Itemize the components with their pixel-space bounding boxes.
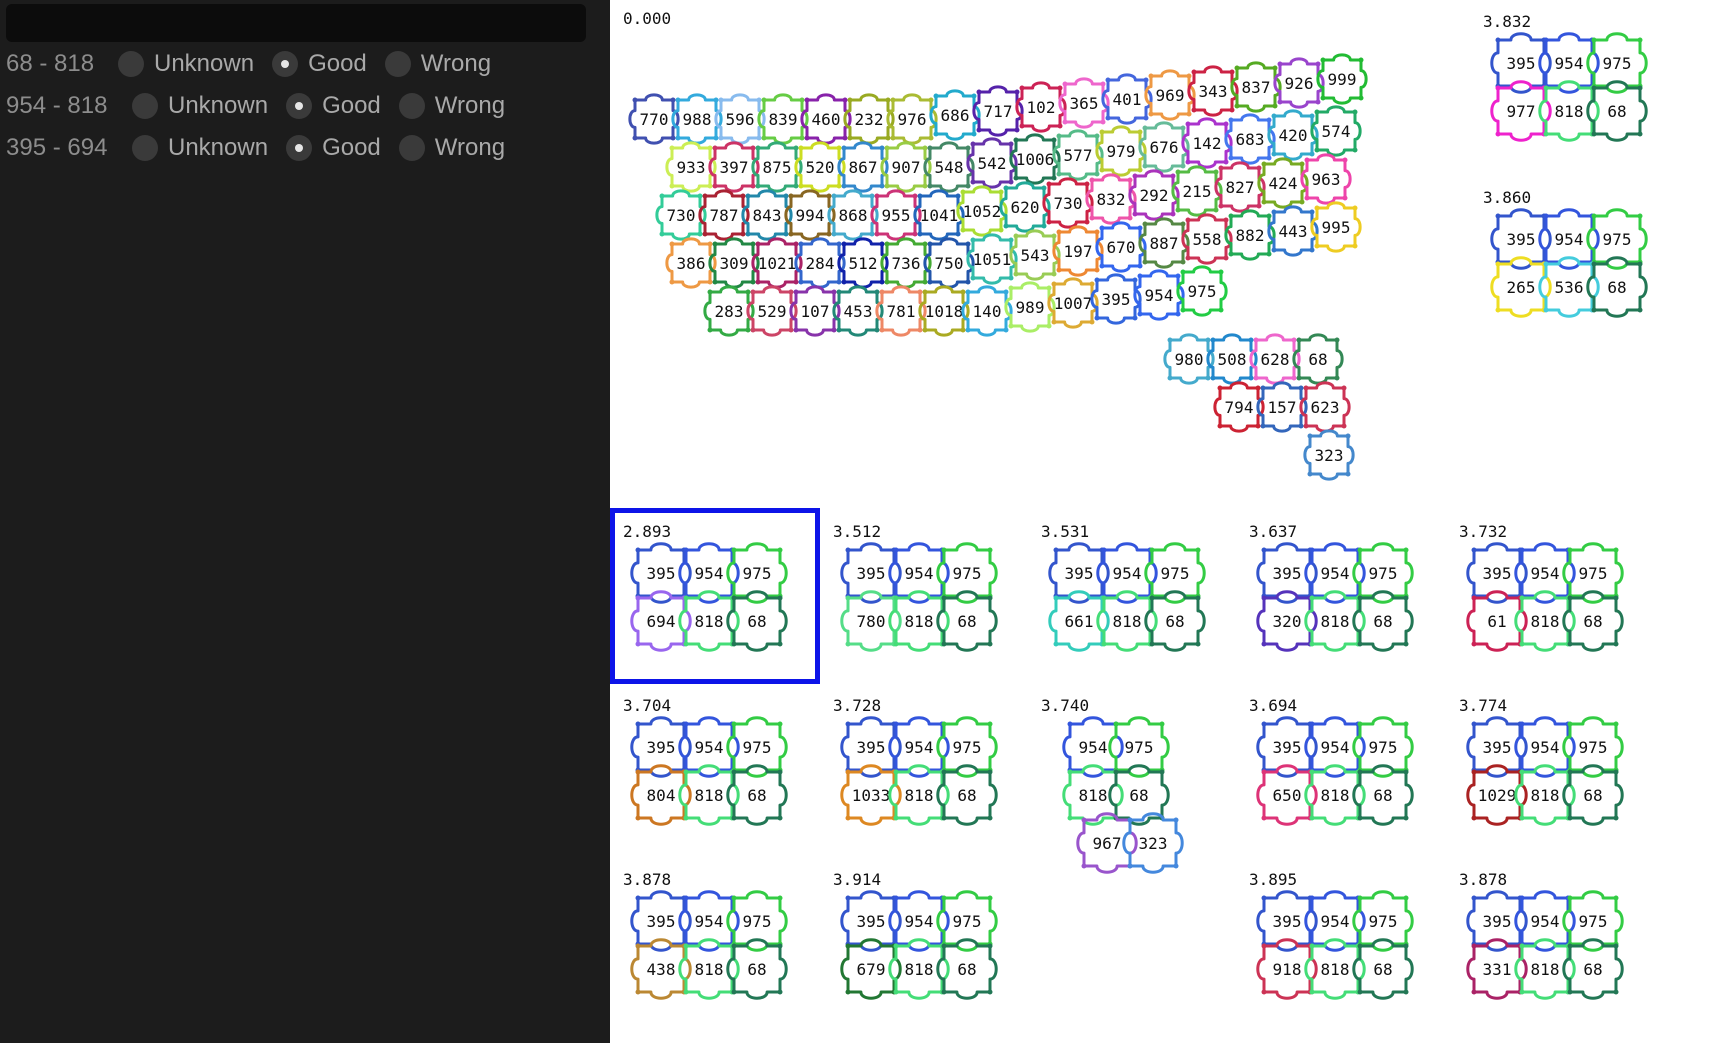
candidate-assembly[interactable] (820, 694, 1020, 859)
radio-label: Unknown (168, 134, 269, 161)
candidate-assembly[interactable] (1470, 186, 1670, 351)
pair-label: 954 - 818 (6, 92, 108, 119)
puzzle-canvas[interactable]: 0.000 770 988 596 839 460 232 976 686 717 102 365 4… (610, 0, 1725, 1043)
radio-good[interactable]: Good (272, 50, 367, 78)
radio-label: Good (308, 50, 367, 77)
search-input[interactable] (6, 4, 586, 42)
radio-button[interactable] (384, 51, 411, 77)
radio-label: Wrong (434, 134, 506, 161)
radio-wrong[interactable]: Wrong (384, 50, 492, 78)
radio-unknown[interactable]: Unknown (118, 50, 254, 78)
radio-button[interactable] (118, 51, 144, 77)
candidate-assembly[interactable] (820, 868, 1020, 1033)
candidate-assembly[interactable] (1028, 694, 1228, 859)
radio-button[interactable] (398, 93, 425, 119)
pair-label: 395 - 694 (6, 134, 108, 161)
radio-unknown[interactable]: Unknown (132, 92, 268, 120)
radio-button[interactable] (132, 135, 158, 161)
candidate-assembly[interactable] (610, 694, 810, 859)
radio-button[interactable] (272, 51, 299, 77)
candidate-assembly[interactable] (1446, 868, 1646, 1033)
pair-row: 395 - 694 Unknown Good Wrong (6, 128, 606, 168)
radio-good[interactable]: Good (286, 92, 381, 120)
radio-button[interactable] (286, 135, 313, 161)
radio-button[interactable] (286, 93, 313, 119)
candidate-assembly[interactable] (1236, 868, 1436, 1033)
piece-corner (1173, 863, 1179, 869)
radio-label: Unknown (154, 50, 255, 77)
candidate-assembly[interactable] (1236, 694, 1436, 859)
candidate-assembly[interactable] (610, 520, 810, 685)
radio-good[interactable]: Good (286, 134, 381, 162)
radio-label: Wrong (420, 50, 492, 77)
radio-label: Unknown (168, 92, 269, 119)
radio-unknown[interactable]: Unknown (132, 134, 268, 162)
radio-label: Wrong (434, 92, 506, 119)
candidate-assembly[interactable] (1028, 520, 1228, 685)
radio-button[interactable] (398, 135, 425, 161)
candidate-assembly[interactable] (1446, 520, 1646, 685)
radio-wrong[interactable]: Wrong (398, 134, 506, 162)
candidate-assembly[interactable] (1446, 694, 1646, 859)
radio-wrong[interactable]: Wrong (398, 92, 506, 120)
candidate-assembly[interactable] (1236, 520, 1436, 685)
radio-label: Good (322, 92, 381, 119)
piece-corner (1081, 863, 1087, 869)
pair-row: 954 - 818 Unknown Good Wrong (6, 86, 606, 126)
pair-row: 68 - 818 Unknown Good Wrong (6, 44, 606, 84)
radio-label: Good (322, 134, 381, 161)
candidate-assembly[interactable] (1470, 10, 1670, 175)
candidate-assembly[interactable] (610, 868, 810, 1033)
radio-button[interactable] (132, 93, 158, 119)
candidate-assembly[interactable] (820, 520, 1020, 685)
piece-corner (1127, 863, 1133, 869)
sidebar-panel: 68 - 818 Unknown Good Wrong 954 - 818 Unknown… (0, 0, 610, 1043)
pair-label: 68 - 818 (6, 50, 95, 77)
